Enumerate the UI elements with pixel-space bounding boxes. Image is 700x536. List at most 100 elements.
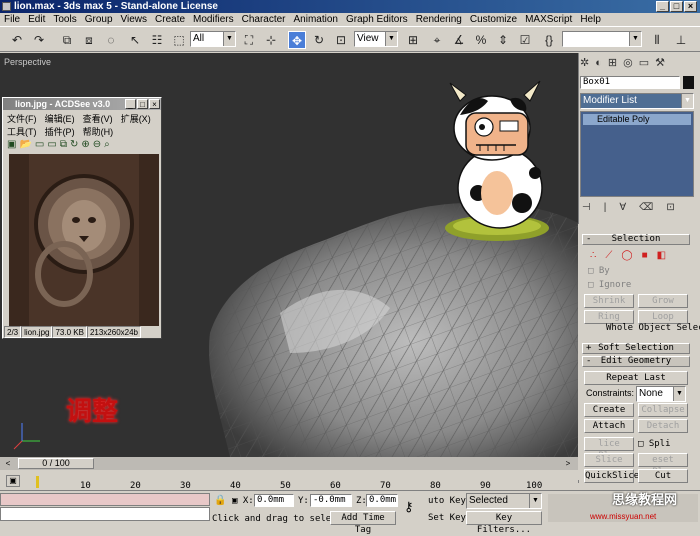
z-coordinate-field[interactable]: 0.0mm (366, 494, 398, 507)
close-button[interactable]: × (684, 1, 697, 12)
angle-snap-icon[interactable]: ∡ (450, 31, 468, 49)
collapse-button[interactable]: Collapse (638, 403, 688, 417)
selection-filter-dropdown[interactable]: All ▼ (190, 31, 236, 47)
menu-modifiers[interactable]: Modifiers (189, 13, 238, 26)
key-mode-dropdown[interactable]: Selected ▼ (466, 493, 542, 509)
edit-named-selections-icon[interactable]: ☑ (516, 31, 534, 49)
redo-icon[interactable]: ↷ (30, 31, 48, 49)
border-level-icon[interactable]: ◯ (621, 250, 641, 261)
create-tab-icon[interactable]: ✲ (580, 57, 595, 69)
menu-maxscript[interactable]: MAXScript (521, 13, 576, 26)
window-crossing-icon[interactable]: ⛶ (240, 31, 258, 49)
spinner-snap-icon[interactable]: ⇕ (494, 31, 512, 49)
zoom-fit-icon[interactable]: ⌕ (104, 139, 113, 150)
track-bar[interactable]: 10 20 30 40 50 60 70 80 90 100 (0, 472, 578, 491)
acdsee-menu-tools[interactable]: 工具(T) (7, 127, 37, 137)
slice-plane-button[interactable]: lice Plan (584, 437, 634, 461)
remove-modifier-icon[interactable]: ⌫ (639, 202, 666, 213)
time-prev-icon[interactable]: < (2, 458, 14, 469)
menu-create[interactable]: Create (151, 13, 189, 26)
acdsee-menu-file[interactable]: 文件(F) (7, 114, 37, 124)
selection-rollout-header[interactable]: - Selection (582, 234, 690, 245)
acdsee-window[interactable]: lion.jpg - ACDSee v3.0 _ □ × 文件(F) 编辑(E)… (2, 97, 162, 339)
zoom-out-icon[interactable]: ⊖ (93, 139, 104, 150)
object-color-swatch[interactable] (683, 76, 694, 89)
unlink-icon[interactable]: ⧈ (80, 31, 98, 49)
modifier-stack[interactable]: Editable Poly (580, 111, 694, 197)
maxscript-input[interactable] (0, 507, 210, 521)
vertex-level-icon[interactable]: ∴ (590, 250, 605, 261)
pin-stack-icon[interactable]: ⊣ (582, 202, 604, 213)
edit-geometry-rollout-header[interactable]: - Edit Geometry (582, 356, 690, 367)
menu-edit[interactable]: Edit (24, 13, 49, 26)
undo-icon[interactable]: ↶ (8, 31, 26, 49)
next-icon[interactable]: ▭ (47, 139, 59, 150)
polygon-level-icon[interactable]: ■ (642, 250, 657, 261)
set-key-button[interactable]: Set Key (428, 513, 466, 523)
reference-coordinate-dropdown[interactable]: View ▼ (354, 31, 398, 47)
browse-icon[interactable]: ▣ (7, 139, 19, 150)
key-filters-button[interactable]: Key Filters... (466, 511, 542, 535)
utilities-tab-icon[interactable]: ⚒ (655, 57, 671, 69)
create-button[interactable]: Create (584, 403, 634, 417)
select-by-name-icon[interactable]: ☷ (148, 31, 166, 49)
hierarchy-tab-icon[interactable]: ⊞ (608, 57, 623, 69)
maximize-button[interactable]: □ (670, 1, 683, 12)
stack-item-editable-poly[interactable]: Editable Poly (583, 114, 691, 125)
acdsee-menu-edit[interactable]: 编辑(E) (45, 114, 75, 124)
refresh-icon[interactable]: ↻ (70, 139, 81, 150)
menu-rendering[interactable]: Rendering (412, 13, 466, 26)
menu-graph-editors[interactable]: Graph Editors (342, 13, 412, 26)
prev-icon[interactable]: ▭ (35, 139, 47, 150)
menu-file[interactable]: File (0, 13, 24, 26)
acdsee-maximize-button[interactable]: □ (137, 99, 148, 109)
open-icon[interactable]: 📂 (19, 139, 34, 150)
configure-modifier-sets-icon[interactable]: ⊡ (666, 202, 687, 213)
y-coordinate-field[interactable]: -0.0mm (310, 494, 352, 507)
x-coordinate-field[interactable]: 0.0mm (254, 494, 294, 507)
object-name-field[interactable]: Box01 (580, 76, 680, 89)
cut-button[interactable]: Cut (638, 469, 688, 483)
acdsee-menu-plugins[interactable]: 插件(P) (45, 127, 75, 137)
attach-button[interactable]: Attach (584, 419, 634, 433)
ring-button[interactable]: Ring (584, 310, 634, 324)
select-and-rotate-icon[interactable]: ↻ (310, 31, 328, 49)
copy-icon[interactable]: ⧉ (60, 139, 70, 150)
add-time-tag-button[interactable]: Add Time Tag (330, 511, 396, 535)
select-object-icon[interactable]: ↖ (126, 31, 144, 49)
lock-selection-icon[interactable]: 🔒 (214, 495, 226, 506)
named-selection-dropdown[interactable]: ▼ (562, 31, 642, 47)
display-tab-icon[interactable]: ▭ (639, 57, 655, 69)
acdsee-menu-extend[interactable]: 扩展(X) (121, 114, 151, 124)
constraints-dropdown[interactable]: None ▼ (636, 386, 686, 402)
time-slider[interactable]: 0 / 100 (18, 458, 94, 469)
acdsee-close-button[interactable]: × (149, 99, 160, 109)
reset-plane-button[interactable]: eset Plan (638, 453, 688, 477)
quickslice-button[interactable]: QuickSlice (584, 469, 639, 483)
split-checkbox[interactable]: □ Spli (638, 439, 671, 449)
menu-help[interactable]: Help (576, 13, 605, 26)
detach-button[interactable]: Detach (638, 419, 688, 433)
by-vertex-checkbox[interactable]: □ By (588, 266, 610, 276)
loop-button[interactable]: Loop (638, 310, 688, 324)
select-and-link-icon[interactable]: ⊹ (262, 31, 280, 49)
key-icon[interactable]: ⚷ (404, 499, 414, 515)
maxscript-listener[interactable] (0, 493, 210, 506)
percent-snap-icon[interactable]: % (472, 31, 490, 49)
auto-key-button[interactable]: uto Key (428, 496, 466, 506)
track-view-toggle-icon[interactable]: ▣ (6, 475, 20, 487)
viewport-label[interactable]: Perspective (4, 57, 51, 67)
align-icon[interactable]: ⊥ (672, 31, 690, 49)
acdsee-minimize-button[interactable]: _ (125, 99, 136, 109)
minimize-button[interactable]: _ (656, 1, 669, 12)
soft-selection-rollout-header[interactable]: + Soft Selection (582, 343, 690, 354)
menu-views[interactable]: Views (117, 13, 152, 26)
zoom-in-icon[interactable]: ⊕ (81, 139, 92, 150)
edge-level-icon[interactable]: ⟋ (605, 250, 621, 261)
grow-button[interactable]: Grow (638, 294, 688, 308)
menu-character[interactable]: Character (238, 13, 290, 26)
repeat-last-button[interactable]: Repeat Last (584, 371, 688, 385)
select-and-move-icon[interactable]: ✥ (288, 31, 306, 49)
modifier-list-dropdown[interactable]: Modifier List ▼ (580, 93, 694, 109)
named-selection-sets-icon[interactable]: {} (540, 31, 558, 49)
